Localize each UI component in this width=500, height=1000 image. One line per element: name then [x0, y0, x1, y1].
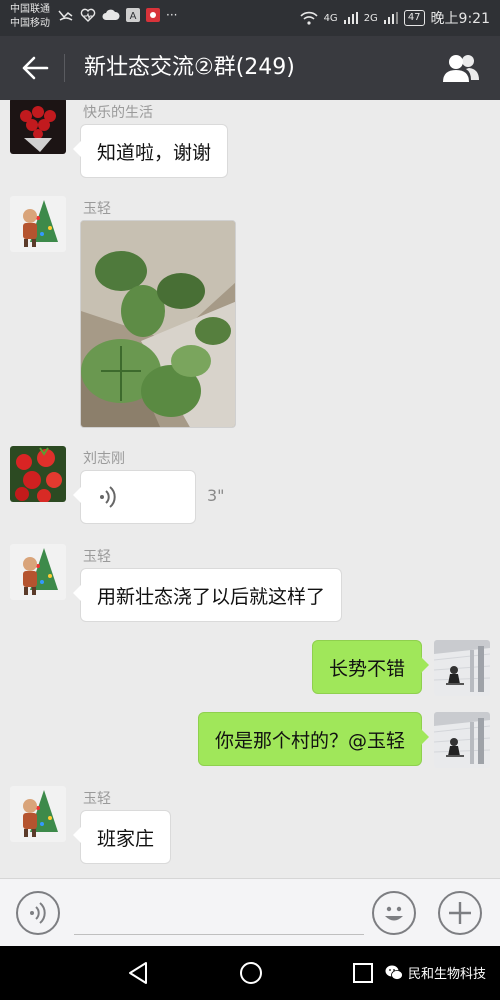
signal-1-icon [343, 12, 358, 24]
nav-home-icon[interactable] [236, 958, 266, 988]
carrier-2: 中国移动 [10, 18, 50, 29]
health-icon [80, 8, 96, 22]
sender-name: 快乐的生活 [83, 105, 153, 121]
avatar[interactable] [10, 544, 66, 600]
input-bar [0, 878, 500, 946]
avatar[interactable] [10, 446, 66, 502]
watermark: 民和生物科技 [385, 963, 486, 982]
message-item: 玉轻 用新壮态浇了以后就这样了 [0, 544, 500, 634]
header-divider [64, 54, 65, 82]
signal-1-label: 4G [323, 12, 338, 24]
message-bubble[interactable]: 知道啦，谢谢 [72, 124, 229, 178]
message-item: 玉轻 班家庄 [0, 786, 500, 876]
message-bubble[interactable]: 班家庄 [72, 810, 172, 864]
status-bar: 中国联通 中国移动 A ··· 4G 2G 47 晚上9:21 [0, 0, 500, 36]
app-a-icon: A [126, 8, 140, 22]
emoji-icon [385, 906, 403, 921]
voice-wave-icon [30, 902, 46, 924]
message-input[interactable] [74, 891, 364, 935]
message-bubble[interactable]: 用新壮态浇了以后就这样了 [72, 568, 343, 622]
message-item: 刘志刚 3" [0, 446, 500, 536]
carrier-info: 中国联通 中国移动 [10, 3, 50, 31]
system-nav-bar: 民和生物科技 [0, 946, 500, 1000]
sender-name: 玉轻 [83, 201, 111, 217]
back-arrow-icon[interactable] [20, 54, 50, 82]
voice-duration: 3" [207, 486, 225, 505]
sender-name: 刘志刚 [83, 451, 125, 467]
my-avatar[interactable] [434, 640, 490, 696]
avatar[interactable] [10, 786, 66, 842]
wifi-icon [299, 11, 318, 25]
notification-icons: A ··· [58, 8, 177, 22]
voice-message-bubble[interactable] [73, 470, 196, 524]
status-right: 4G 2G 47 晚上9:21 [299, 8, 490, 28]
nav-recents-icon[interactable] [348, 958, 378, 988]
group-members-icon[interactable] [442, 52, 480, 84]
signal-2-label: 2G [363, 12, 378, 24]
nav-back-icon[interactable] [124, 958, 154, 988]
voice-wave-icon [100, 486, 116, 508]
wechat-logo-icon [385, 965, 403, 980]
voice-input-button[interactable] [16, 891, 60, 935]
clock: 晚上9:21 [430, 11, 490, 27]
chat-header: 新壮态交流②群(249) [0, 36, 500, 100]
more-options-button[interactable] [438, 891, 482, 935]
avatar[interactable] [10, 100, 66, 154]
sender-name: 玉轻 [83, 791, 111, 807]
message-item: 长势不错 [0, 640, 500, 700]
missed-call-icon [58, 10, 73, 21]
signal-2-icon [383, 12, 398, 24]
watermark-text: 民和生物科技 [407, 967, 486, 982]
message-list[interactable]: 快乐的生活 知道啦，谢谢 玉轻 刘志刚 3" 玉轻 用新壮态浇了以后就这样了 长… [0, 100, 500, 878]
my-avatar[interactable] [434, 712, 490, 768]
shared-photo[interactable] [80, 220, 236, 428]
huawei-icon [146, 8, 160, 22]
cloud-icon [102, 9, 120, 20]
message-bubble[interactable]: 你是那个村的？@玉轻 [197, 712, 430, 766]
battery-level: 47 [403, 10, 425, 26]
message-item: 快乐的生活 知道啦，谢谢 [0, 100, 500, 190]
emoji-button[interactable] [372, 891, 416, 935]
plus-icon [449, 902, 471, 924]
svg-text:A: A [130, 11, 137, 22]
more-notifications-icon: ··· [166, 8, 178, 22]
group-title: 新壮态交流②群(249) [84, 55, 295, 80]
message-bubble[interactable]: 长势不错 [311, 640, 430, 694]
carrier-1: 中国联通 [10, 4, 50, 15]
sender-name: 玉轻 [83, 549, 111, 565]
avatar[interactable] [10, 196, 66, 252]
message-item: 你是那个村的？@玉轻 [0, 712, 500, 772]
